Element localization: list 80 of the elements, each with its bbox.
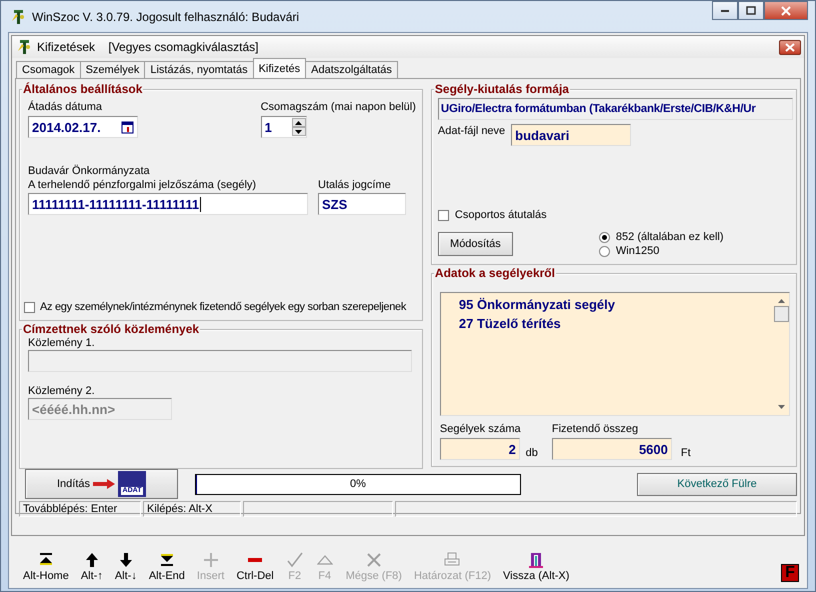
spin-up-button[interactable] <box>292 118 306 127</box>
group-title: Címzettnek szóló közlemények <box>22 323 200 336</box>
toolbar-button[interactable]: Alt-↑ <box>74 551 109 582</box>
spin-down-button[interactable] <box>292 127 306 136</box>
list-item[interactable]: 27 Tüzelő térítés <box>458 316 773 331</box>
tab[interactable]: Kifizetés <box>252 58 306 78</box>
group-title: Segély-kiutalás formája <box>434 83 570 96</box>
unit-label: Ft <box>680 446 691 460</box>
field-label: A terhelendő pénzforgalmi jelzőszáma (segély) <box>28 178 258 192</box>
radio-button[interactable] <box>598 232 610 242</box>
caret-up-icon[interactable] <box>778 299 784 303</box>
status-text: Kilépés: Alt-X <box>143 501 241 517</box>
caret-down-icon[interactable] <box>778 405 784 409</box>
list-item[interactable]: 95 Önkormányzati segély <box>458 297 773 312</box>
unit-label: db <box>526 446 538 460</box>
file-name-field[interactable]: budavari <box>511 124 632 146</box>
close-icon <box>785 42 795 52</box>
check-icon <box>286 551 304 569</box>
radio-label: 852 (általában ez kell) <box>616 230 724 244</box>
tab[interactable]: Csomagok <box>16 61 81 78</box>
progress-text: 0% <box>350 478 366 490</box>
cross-icon <box>364 551 383 569</box>
field-label: Utalás jogcíme <box>318 178 392 192</box>
next-tab-button[interactable]: Következő Fülre <box>637 472 797 496</box>
number-spinner[interactable]: 1 <box>260 116 307 138</box>
minimize-button[interactable] <box>712 1 738 20</box>
toolbar-button[interactable]: Ctrl-Del <box>230 551 280 582</box>
scrollbar-thumb[interactable] <box>774 306 788 322</box>
field-label: Közlemény 2. <box>28 384 96 398</box>
close-icon <box>781 6 791 16</box>
checkbox[interactable] <box>438 210 449 220</box>
checkbox-label: Csoportos átutalás <box>454 208 547 222</box>
field-label: Adat-fájl neve <box>438 124 506 138</box>
organization-name: Budavár Önkormányzata <box>28 164 151 178</box>
tab[interactable]: Személyek <box>80 61 146 78</box>
group-title: Adatok a segélyekről <box>434 267 556 280</box>
door-icon <box>527 551 546 569</box>
arrow-icon <box>93 479 116 489</box>
total-amount-field: 5600 <box>552 438 672 460</box>
radio-label: Win1250 <box>616 244 660 258</box>
close-button[interactable] <box>779 40 801 54</box>
field-label: Közlemény 1. <box>28 336 96 350</box>
status-text: Továbblépés: Enter <box>19 501 141 517</box>
field-label: Fizetendő összeg <box>552 422 640 436</box>
tab[interactable]: Listázás, nyomtatás <box>144 61 254 78</box>
account-number-field[interactable]: 11111111-11111111-11111111 <box>28 193 308 215</box>
app-icon <box>16 39 32 55</box>
transfer-reason-field[interactable]: SZS <box>318 193 406 215</box>
modify-button[interactable]: Módosítás <box>438 232 513 256</box>
group-title: Általános beállítások <box>22 83 144 96</box>
field-label: Csomagszám (mai napon belül) <box>260 100 416 114</box>
app-icon <box>10 8 26 24</box>
child-window-subtitle: [Vegyes csomagkiválasztás] <box>108 40 258 54</box>
caret-down-icon <box>295 130 302 134</box>
checkbox[interactable] <box>24 302 35 312</box>
toolbar-button[interactable]: Alt-Home <box>17 551 75 582</box>
checkbox-label: Az egy személynek/intézménynek fizetendő segélyek egy sorban szerepeljenek <box>40 300 406 314</box>
child-window-title: Kifizetések <box>37 40 96 54</box>
triangle-icon <box>316 555 333 565</box>
maximize-icon <box>746 6 756 15</box>
maximize-button[interactable] <box>738 1 764 20</box>
field-label: Segélyek száma <box>440 422 521 436</box>
toolbar-button[interactable]: Alt-↓ <box>108 551 143 582</box>
caret-up-icon <box>295 120 302 124</box>
radio-button[interactable] <box>598 246 610 256</box>
toolbar-button[interactable]: Alt-End <box>142 551 191 582</box>
calendar-icon[interactable] <box>121 120 134 134</box>
plus-icon <box>202 551 220 569</box>
close-button[interactable] <box>764 1 808 20</box>
indicator-badge: F <box>781 564 799 582</box>
toolbar-button[interactable]: Vissza (Alt-X) <box>497 551 576 582</box>
date-field[interactable]: 2014.02.17. <box>28 116 138 138</box>
format-field[interactable]: UGiro/Electra formátumban (Takarékbank/Erste/CIB/K&H/Ur <box>438 98 793 120</box>
minimize-icon <box>721 10 729 12</box>
window-title: WinSzoc V. 3.0.79. Jogosult felhasználó: Budavári <box>32 10 300 24</box>
minus-icon <box>248 558 262 562</box>
aid-list[interactable]: 95 Önkormányzati segély 27 Tüzelő térítés <box>440 292 790 416</box>
tab[interactable]: Adatszolgáltatás <box>305 61 398 78</box>
field-label: Átadás dátuma <box>28 100 103 114</box>
aid-count-field: 2 <box>440 438 520 460</box>
